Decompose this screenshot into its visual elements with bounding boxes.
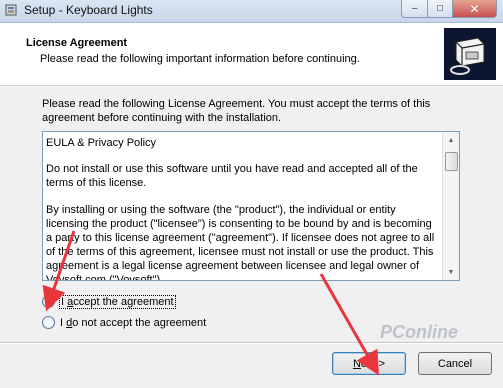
watermark: PConline — [380, 322, 459, 342]
license-text: EULA & Privacy Policy Do not install or … — [46, 136, 440, 281]
maximize-button[interactable]: □ — [428, 0, 453, 18]
accept-label[interactable]: I accept the agreement — [59, 294, 176, 309]
minimize-button[interactable]: – — [401, 0, 428, 18]
decline-radio[interactable] — [42, 316, 55, 329]
license-scrollbar[interactable]: ▲ ▼ — [442, 132, 459, 280]
decline-label[interactable]: I do not accept the agreement — [60, 317, 206, 329]
license-paragraph: By installing or using the software (the… — [46, 204, 435, 281]
scroll-down-arrow-icon[interactable]: ▼ — [443, 264, 459, 280]
scroll-thumb[interactable] — [445, 152, 458, 171]
next-button[interactable]: Next > — [332, 352, 406, 375]
page-subtitle: Please read the following important info… — [40, 53, 360, 65]
accept-option[interactable]: I accept the agreement — [42, 294, 176, 309]
window-title: Setup - Keyboard Lights — [24, 3, 153, 17]
license-paragraph: EULA & Privacy Policy — [46, 137, 157, 149]
scroll-up-arrow-icon[interactable]: ▲ — [443, 132, 459, 148]
title-bar: Setup - Keyboard Lights – □ ✕ — [0, 0, 503, 23]
license-text-box[interactable]: EULA & Privacy Policy Do not install or … — [42, 131, 460, 281]
intro-text: Please read the following License Agreem… — [42, 98, 431, 124]
license-paragraph: Do not install or use this software unti… — [46, 163, 418, 189]
decline-option[interactable]: I do not accept the agreement — [42, 316, 206, 329]
wizard-header: License Agreement Please read the follow… — [0, 23, 503, 86]
close-button[interactable]: ✕ — [453, 0, 497, 18]
setup-wizard-icon — [444, 28, 496, 80]
window-controls: – □ ✕ — [401, 0, 497, 18]
setup-app-icon — [5, 4, 17, 16]
footer-separator — [0, 342, 503, 344]
page-title: License Agreement — [26, 37, 128, 49]
radio-selected-dot — [46, 299, 51, 304]
cancel-button[interactable]: Cancel — [418, 352, 492, 375]
accept-radio[interactable] — [42, 295, 55, 308]
